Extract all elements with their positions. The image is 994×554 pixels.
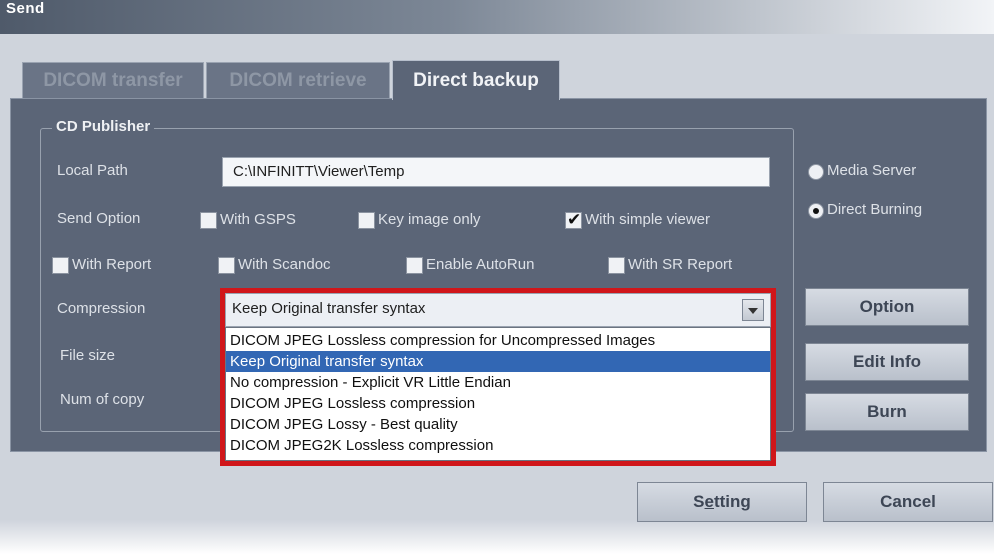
- with-report-label: With Report: [72, 256, 152, 273]
- cancel-button[interactable]: Cancel: [823, 482, 993, 522]
- window-title: Send: [6, 0, 45, 17]
- edit-info-button[interactable]: Edit Info: [805, 343, 969, 381]
- send-option-label: Send Option: [57, 210, 141, 227]
- num-of-copy-label: Num of copy: [60, 391, 145, 408]
- cd-publisher-label: CD Publisher: [52, 118, 155, 135]
- radio-circle: [808, 203, 824, 219]
- burn-button[interactable]: Burn: [805, 393, 969, 431]
- local-path-label: Local Path: [57, 162, 128, 179]
- local-path-input[interactable]: C:\INFINITT\Viewer\Temp: [222, 157, 770, 187]
- checkbox-box: ✔: [565, 210, 582, 230]
- file-size-label: File size: [60, 347, 116, 364]
- setting-label-underline: e: [704, 492, 714, 511]
- tab-dicom-transfer[interactable]: DICOM transfer: [22, 62, 204, 98]
- highlight-frame: [220, 288, 776, 466]
- setting-button[interactable]: Setting: [637, 482, 807, 522]
- checkbox-box: [358, 212, 375, 229]
- enable-autorun-label: Enable AutoRun: [426, 256, 535, 273]
- key-image-only-label: Key image only: [378, 211, 481, 228]
- media-server-label: Media Server: [827, 162, 917, 179]
- checkbox-box: [52, 257, 69, 274]
- radio-dot: [813, 208, 819, 214]
- tab-direct-backup[interactable]: Direct backup: [392, 60, 560, 100]
- option-button[interactable]: Option: [805, 288, 969, 326]
- setting-label-post: tting: [713, 492, 751, 511]
- compression-label: Compression: [57, 300, 146, 317]
- send-window: Send DICOM transfer DICOM retrieve Direc…: [0, 0, 994, 554]
- checkbox-box: [608, 257, 625, 274]
- checkbox-box: [200, 212, 217, 229]
- tab-dicom-retrieve[interactable]: DICOM retrieve: [206, 62, 390, 98]
- direct-burning-label: Direct Burning: [827, 201, 923, 218]
- radio-circle: [808, 164, 824, 180]
- with-sr-report-label: With SR Report: [628, 256, 733, 273]
- title-bar[interactable]: Send: [0, 0, 994, 34]
- with-scandoc-label: With Scandoc: [238, 256, 331, 273]
- checkbox-box: [218, 257, 235, 274]
- with-gsps-label: With GSPS: [220, 211, 296, 228]
- setting-label-pre: S: [693, 492, 705, 511]
- checkmark-icon: ✔: [567, 210, 582, 230]
- with-simple-viewer-label: With simple viewer: [585, 211, 711, 228]
- checkbox-box: [406, 257, 423, 274]
